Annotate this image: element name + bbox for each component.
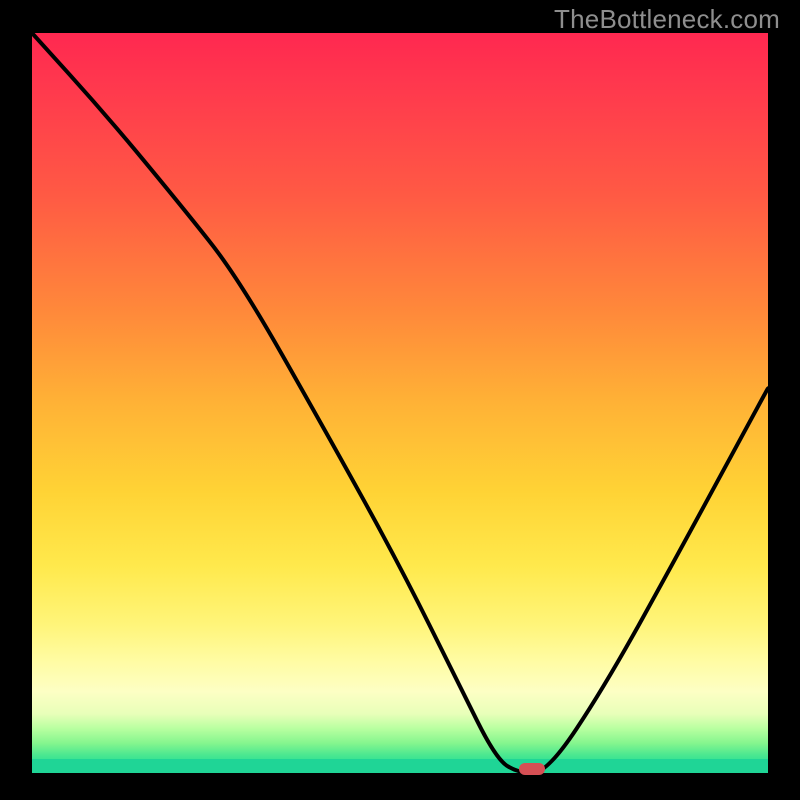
- optimal-marker: [519, 763, 545, 775]
- bottleneck-curve: [20, 33, 780, 793]
- plot-area: [20, 33, 780, 793]
- plot-frame: [20, 33, 780, 793]
- chart-container: TheBottleneck.com: [0, 0, 800, 800]
- watermark-text: TheBottleneck.com: [554, 4, 780, 35]
- curve-path: [32, 33, 768, 773]
